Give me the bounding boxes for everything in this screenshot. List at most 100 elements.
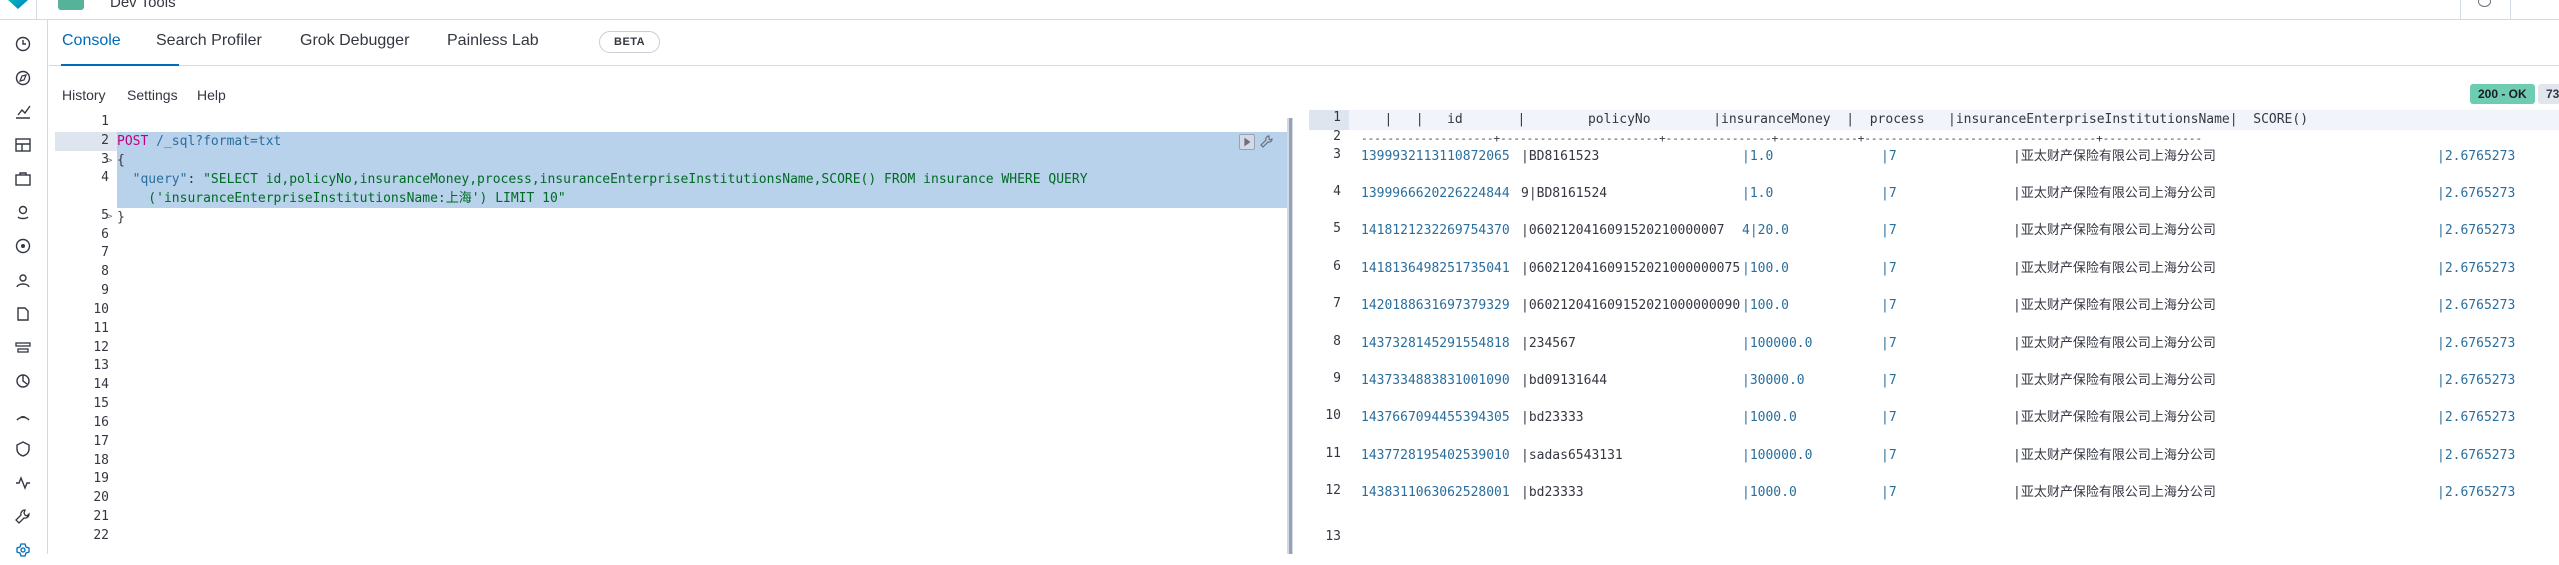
request-actions	[1239, 134, 1277, 152]
request-line: POST /_sql?format=txt	[117, 132, 281, 151]
logs-icon[interactable]	[14, 305, 32, 323]
table-cell-process: |7	[1881, 223, 1897, 238]
table-cell-score: |2.6765273	[2437, 485, 2516, 500]
history-link[interactable]: History	[62, 87, 106, 103]
graph-icon[interactable]	[14, 271, 32, 289]
canvas-icon[interactable]	[14, 170, 32, 188]
tab-grok-debugger[interactable]: Grok Debugger	[300, 32, 409, 50]
table-cell-money: |100000.0	[1742, 448, 1813, 463]
table-cell-id: 1420188631697379329	[1361, 298, 1510, 313]
management-icon[interactable]	[14, 542, 32, 560]
table-cell-name: |亚太财产保险有限公司上海分公司	[2013, 485, 2216, 500]
table-cell-name: |亚太财产保险有限公司上海分公司	[2013, 149, 2216, 164]
elastic-logo[interactable]	[8, 0, 28, 9]
line-number: 5	[101, 208, 109, 223]
uptime-icon[interactable]	[14, 406, 32, 424]
fold-toggle-icon[interactable]: >	[107, 212, 112, 222]
pane-resizer[interactable]	[1287, 118, 1293, 554]
http-method: POST	[117, 134, 149, 149]
tab-console[interactable]: Console	[62, 32, 121, 50]
table-cell-name: |亚太财产保险有限公司上海分公司	[2013, 336, 2216, 351]
line-number: 17	[93, 434, 109, 449]
help-icon[interactable]	[2478, 0, 2491, 7]
table-cell-score: |2.6765273	[2437, 373, 2516, 388]
tab-bar: Console Search Profiler Grok Debugger Pa…	[49, 20, 2559, 66]
table-cell-money: |100.0	[1742, 261, 1789, 276]
table-cell-policyNo: |060212041609152021000000075	[1521, 261, 1741, 276]
line-number: 6	[1333, 259, 1341, 274]
open-brace: {	[117, 153, 125, 168]
table-cell-policyNo: |sadas6543131	[1521, 448, 1623, 463]
table-cell-policyNo: |0602120416091520210000007	[1521, 223, 1725, 238]
line-number: 9	[1333, 371, 1341, 386]
table-cell-name: |亚太财产保险有限公司上海分公司	[2013, 186, 2216, 201]
table-header-row: | | id | policyNo |insuranceMoney | proc…	[1361, 112, 2309, 127]
top-header: Dev Tools	[0, 0, 2559, 20]
table-cell-name: |亚太财产保险有限公司上海分公司	[2013, 410, 2216, 425]
line-number: 8	[101, 264, 109, 279]
table-cell-money: |100000.0	[1742, 336, 1813, 351]
table-cell-process: |7	[1881, 410, 1897, 425]
dev-tools-icon[interactable]	[14, 508, 32, 526]
settings-link[interactable]: Settings	[127, 87, 178, 103]
request-editor[interactable]: 1 2 3 4 5 6 7 8 9 10 11 12 13 14 15 16 1…	[49, 114, 1287, 554]
code-line: {	[117, 151, 125, 170]
response-time-badge: 73 ms	[2538, 84, 2559, 121]
table-separator-row: --------------------+-------------------…	[1361, 132, 2203, 145]
clock-icon[interactable]	[14, 35, 32, 53]
wrench-icon[interactable]	[1259, 134, 1275, 150]
line-number: 10	[93, 302, 109, 317]
table-cell-name: |亚太财产保险有限公司上海分公司	[2013, 448, 2216, 463]
table-cell-policyNo: |bd09131644	[1521, 373, 1608, 388]
table-cell-id: 1437667094455394305	[1361, 410, 1510, 425]
dashboard-icon[interactable]	[14, 136, 32, 154]
maps-icon[interactable]	[14, 203, 32, 221]
stack-monitoring-icon[interactable]	[14, 474, 32, 492]
table-cell-money: |1000.0	[1742, 485, 1797, 500]
help-link[interactable]: Help	[197, 87, 226, 103]
line-number: 18	[93, 453, 109, 468]
code-line: }	[117, 208, 125, 227]
table-cell-process: |7	[1881, 261, 1897, 276]
table-cell-id: 1437334883831001090	[1361, 373, 1510, 388]
play-icon[interactable]	[1239, 134, 1255, 150]
status-badge: 200 - OK	[2470, 84, 2535, 104]
table-cell-score: |2.6765273	[2437, 448, 2516, 463]
table-cell-process: |7	[1881, 448, 1897, 463]
line-number: 10	[1325, 408, 1341, 423]
table-cell-money: 4|20.0	[1742, 223, 1789, 238]
ml-icon[interactable]	[14, 237, 32, 255]
table-cell-id: 1399966620226224844	[1361, 186, 1510, 201]
table-cell-process: |7	[1881, 373, 1897, 388]
line-number: 7	[101, 245, 109, 260]
table-cell-policyNo: |bd23333	[1521, 410, 1584, 425]
siem-icon[interactable]	[14, 440, 32, 458]
table-cell-id: 1399932113110872065	[1361, 149, 1510, 164]
line-number: 6	[101, 227, 109, 242]
divider	[36, 0, 37, 20]
metrics-icon[interactable]	[14, 339, 32, 357]
line-number: 22	[93, 528, 109, 543]
table-cell-score: |2.6765273	[2437, 149, 2516, 164]
fold-toggle-icon[interactable]: >	[107, 156, 112, 166]
json-string: ('insuranceEnterpriseInstitutionsName:上海…	[117, 191, 566, 206]
apm-icon[interactable]	[14, 372, 32, 390]
table-cell-id: 1418136498251735041	[1361, 261, 1510, 276]
app-icon	[58, 0, 84, 10]
line-number: 2	[1333, 129, 1341, 144]
line-number: 3	[101, 152, 109, 167]
table-cell-policyNo: 9|BD8161524	[1521, 186, 1608, 201]
table-cell-id: 1437328145291554818	[1361, 336, 1510, 351]
code-area[interactable]: POST /_sql?format=txt { "query": "SELECT…	[117, 118, 1287, 554]
line-number: 13	[93, 358, 109, 373]
discover-icon[interactable]	[14, 69, 32, 87]
code-line: ('insuranceEnterpriseInstitutionsName:上海…	[117, 189, 566, 208]
close-brace: }	[117, 210, 125, 225]
request-path: /_sql?format=txt	[148, 134, 282, 149]
tab-search-profiler[interactable]: Search Profiler	[156, 32, 262, 50]
table-cell-money: |100.0	[1742, 298, 1789, 313]
line-number: 1	[1333, 110, 1341, 125]
table-cell-score: |2.6765273	[2437, 186, 2516, 201]
visualize-icon[interactable]	[14, 102, 32, 120]
tab-painless-lab[interactable]: Painless Lab	[447, 32, 539, 50]
